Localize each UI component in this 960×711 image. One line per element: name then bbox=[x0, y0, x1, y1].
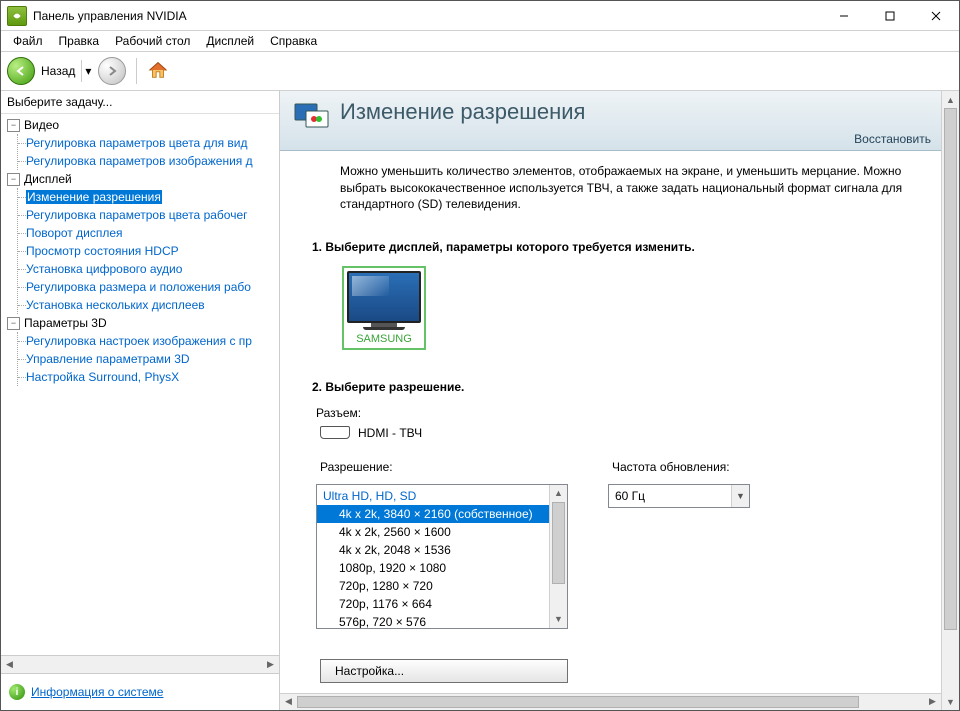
menu-help[interactable]: Справка bbox=[264, 32, 323, 50]
resolution-option[interactable]: 720p, 1280 × 720 bbox=[317, 577, 549, 595]
resolution-listbox[interactable]: Ultra HD, HD, SD 4k x 2k, 3840 × 2160 (с… bbox=[316, 484, 568, 629]
tree-expander-icon[interactable]: − bbox=[7, 173, 20, 186]
content-vertical-scrollbar[interactable]: ▲ ▼ bbox=[941, 91, 959, 710]
tree-item-multiple-displays[interactable]: Установка нескольких дисплеев bbox=[26, 298, 205, 312]
tree-item-hdcp-status[interactable]: Просмотр состояния HDCP bbox=[26, 244, 179, 258]
task-tree: −Видео Регулировка параметров цвета для … bbox=[1, 113, 279, 655]
minimize-button[interactable] bbox=[821, 1, 867, 30]
resolution-option[interactable]: 720p, 1176 × 664 bbox=[317, 595, 549, 613]
tree-item-size-position[interactable]: Регулировка размера и положения рабо bbox=[26, 280, 251, 294]
maximize-button[interactable] bbox=[867, 1, 913, 30]
tree-expander-icon[interactable]: − bbox=[7, 317, 20, 330]
scroll-down-icon[interactable]: ▼ bbox=[942, 693, 959, 710]
page-title: Изменение разрешения bbox=[340, 99, 585, 125]
step1-title: 1. Выберите дисплей, параметры которого … bbox=[312, 240, 941, 254]
tree-item-digital-audio[interactable]: Установка цифрового аудио bbox=[26, 262, 182, 276]
tree-item-desktop-color[interactable]: Регулировка параметров цвета рабочег bbox=[26, 208, 248, 222]
menu-file[interactable]: Файл bbox=[7, 32, 49, 50]
menu-desktop[interactable]: Рабочий стол bbox=[109, 32, 196, 50]
scroll-up-icon[interactable]: ▲ bbox=[942, 91, 959, 108]
back-label: Назад bbox=[41, 64, 75, 78]
description-text: Можно уменьшить количество элементов, от… bbox=[340, 163, 940, 212]
display-thumbnail[interactable]: SAMSUNG bbox=[342, 266, 426, 350]
scroll-right-icon[interactable]: ▶ bbox=[924, 694, 941, 710]
tree-category-3d[interactable]: Параметры 3D bbox=[24, 316, 107, 330]
close-button[interactable] bbox=[913, 1, 959, 30]
back-dropdown-icon[interactable]: ▾ bbox=[81, 60, 94, 82]
hdmi-icon bbox=[320, 426, 350, 439]
menu-edit[interactable]: Правка bbox=[53, 32, 106, 50]
chevron-down-icon[interactable]: ▼ bbox=[731, 485, 749, 507]
titlebar: Панель управления NVIDIA bbox=[1, 1, 959, 31]
resolution-option[interactable]: 4k x 2k, 2048 × 1536 bbox=[317, 541, 549, 559]
scrollbar-thumb[interactable] bbox=[552, 502, 565, 584]
sidebar-footer: i Информация о системе bbox=[1, 673, 279, 710]
resolution-option[interactable]: 4k x 2k, 3840 × 2160 (собственное) bbox=[317, 505, 549, 523]
refresh-rate-label: Частота обновления: bbox=[612, 460, 750, 474]
step2-title: 2. Выберите разрешение. bbox=[312, 380, 941, 394]
menubar: Файл Правка Рабочий стол Дисплей Справка bbox=[1, 31, 959, 51]
window: Панель управления NVIDIA Файл Правка Раб… bbox=[0, 0, 960, 711]
resolution-option[interactable]: 4k x 2k, 2560 × 1600 bbox=[317, 523, 549, 541]
tree-item-image-settings[interactable]: Регулировка настроек изображения с пр bbox=[26, 334, 252, 348]
monitor-icon bbox=[347, 271, 421, 323]
resolution-option[interactable]: 576p, 720 × 576 bbox=[317, 613, 549, 628]
content-header: Изменение разрешения Восстановить bbox=[280, 91, 941, 151]
system-info-link[interactable]: Информация о системе bbox=[31, 685, 163, 699]
sidebar-horizontal-scrollbar[interactable]: ◀ ▶ bbox=[1, 655, 279, 673]
content-horizontal-scrollbar[interactable]: ◀ ▶ bbox=[280, 693, 941, 710]
tree-expander-icon[interactable]: − bbox=[7, 119, 20, 132]
connector-value: HDMI - ТВЧ bbox=[358, 426, 422, 440]
restore-link[interactable]: Восстановить bbox=[854, 132, 931, 146]
scrollbar-thumb[interactable] bbox=[944, 108, 957, 630]
tree-item-rotate-display[interactable]: Поворот дисплея bbox=[26, 226, 123, 240]
scroll-right-icon[interactable]: ▶ bbox=[262, 656, 279, 673]
header-displays-icon bbox=[294, 99, 330, 135]
nvidia-app-icon bbox=[7, 6, 27, 26]
back-button[interactable]: Назад ▾ bbox=[7, 57, 94, 85]
refresh-rate-combobox[interactable]: 60 Гц ▼ bbox=[608, 484, 750, 508]
sidebar: Выберите задачу... −Видео Регулировка па… bbox=[1, 91, 280, 710]
scroll-left-icon[interactable]: ◀ bbox=[1, 656, 18, 673]
scroll-left-icon[interactable]: ◀ bbox=[280, 694, 297, 710]
scroll-down-icon[interactable]: ▼ bbox=[550, 611, 567, 628]
refresh-rate-value: 60 Гц bbox=[609, 489, 731, 503]
tree-category-display[interactable]: Дисплей bbox=[24, 172, 72, 186]
customize-button[interactable]: Настройка... bbox=[320, 659, 568, 683]
display-name-label: SAMSUNG bbox=[347, 333, 421, 345]
tree-item-video-color[interactable]: Регулировка параметров цвета для вид bbox=[26, 136, 247, 150]
connector-label: Разъем: bbox=[316, 406, 941, 420]
scrollbar-thumb[interactable] bbox=[297, 696, 859, 708]
scroll-up-icon[interactable]: ▲ bbox=[550, 485, 567, 502]
window-title: Панель управления NVIDIA bbox=[33, 9, 821, 23]
content-area: Изменение разрешения Восстановить Можно … bbox=[280, 91, 941, 710]
toolbar-separator bbox=[136, 58, 137, 84]
tree-item-video-image[interactable]: Регулировка параметров изображения д bbox=[26, 154, 253, 168]
resolution-group-label: Ultra HD, HD, SD bbox=[317, 487, 549, 505]
resolution-label: Разрешение: bbox=[320, 460, 568, 474]
home-button[interactable] bbox=[147, 59, 169, 84]
forward-button[interactable] bbox=[98, 57, 126, 85]
back-arrow-icon bbox=[7, 57, 35, 85]
info-icon: i bbox=[9, 684, 25, 700]
task-label: Выберите задачу... bbox=[1, 91, 279, 113]
tree-item-manage-3d[interactable]: Управление параметрами 3D bbox=[26, 352, 190, 366]
tree-item-change-resolution[interactable]: Изменение разрешения bbox=[26, 190, 162, 204]
menu-display[interactable]: Дисплей bbox=[200, 32, 260, 50]
resolution-option[interactable]: 1080p, 1920 × 1080 bbox=[317, 559, 549, 577]
listbox-scrollbar[interactable]: ▲ ▼ bbox=[549, 485, 567, 628]
tree-item-surround-physx[interactable]: Настройка Surround, PhysX bbox=[26, 370, 179, 384]
tree-category-video[interactable]: Видео bbox=[24, 118, 59, 132]
toolbar: Назад ▾ bbox=[1, 51, 959, 91]
